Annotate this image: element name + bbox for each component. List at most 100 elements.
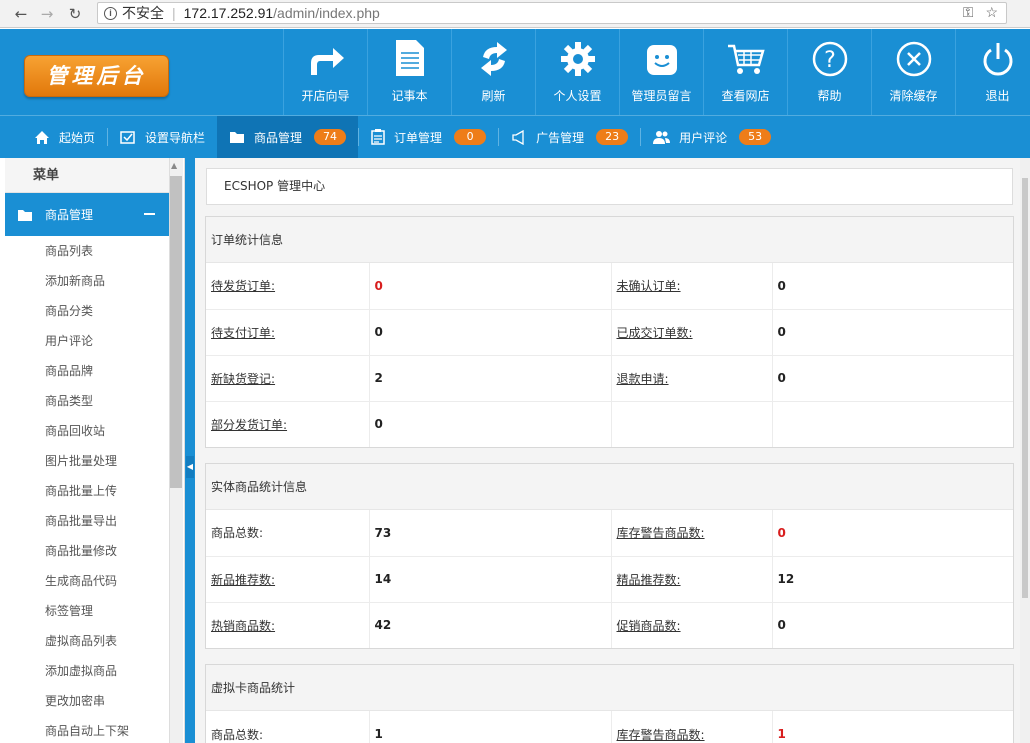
notepad-icon — [395, 40, 424, 76]
stat-link[interactable]: 新缺货登记: — [211, 372, 275, 386]
forward-arrow-icon[interactable]: → — [36, 5, 58, 23]
nav-clear-cache[interactable]: 清除缓存 — [871, 29, 955, 115]
table-row: 待支付订单: 0 已成交订单数: 0 — [206, 309, 1013, 356]
nav-label: 记事本 — [391, 89, 428, 103]
sidebar-item[interactable]: 商品类型 — [5, 386, 169, 416]
order-stats-panel: 订单统计信息 待发货订单: 0 未确认订单: 0 待支付订单: 0 已成交订单数… — [205, 216, 1014, 448]
nav-notepad[interactable]: 记事本 — [367, 29, 451, 115]
subnav-item-orders[interactable]: 订单管理 0 — [359, 116, 498, 159]
stat-value: 0 — [777, 618, 786, 633]
sidebar-item[interactable]: 商品自动上下架 — [5, 716, 169, 743]
count-badge: 23 — [596, 129, 629, 145]
scroll-up-icon[interactable]: ▲ — [171, 161, 177, 170]
top-header: 管理后台 开店向导 记事本 刷新 个人设置 管理员留言 查看网店 ? 帮助 清除… — [0, 29, 1030, 115]
sidebar: 菜单 商品管理 商品列表 添加新商品 商品分类 用户评论 商品品牌 商品类型 商… — [5, 158, 185, 743]
collapse-minus-icon[interactable] — [144, 213, 155, 215]
subnav-item-ads[interactable]: 广告管理 23 — [499, 116, 640, 159]
collapse-arrow-icon[interactable]: ◀ — [186, 456, 194, 478]
stat-link[interactable]: 库存警告商品数: — [617, 728, 705, 742]
stat-link[interactable]: 部分发货订单: — [211, 418, 287, 432]
order-stats-table: 待发货订单: 0 未确认订单: 0 待支付订单: 0 已成交订单数: 0 新缺货… — [206, 263, 1013, 447]
share-arrow-icon — [310, 48, 344, 75]
clipboard-icon — [371, 129, 385, 145]
virtual-stats-panel: 虚拟卡商品统计 商品总数: 1 库存警告商品数: 1 — [205, 664, 1014, 743]
nav-refresh[interactable]: 刷新 — [451, 29, 535, 115]
nav-label: 管理员留言 — [631, 89, 692, 103]
stat-value: 0 — [777, 278, 786, 293]
sidebar-item[interactable]: 商品列表 — [5, 236, 169, 266]
sidebar-item[interactable]: 商品分类 — [5, 296, 169, 326]
sidebar-item[interactable]: 用户评论 — [5, 326, 169, 356]
nav-logout[interactable]: 退出 — [955, 29, 1030, 115]
nav-view-store[interactable]: 查看网店 — [703, 29, 787, 115]
goods-stats-table: 商品总数: 73 库存警告商品数: 0 新品推荐数: 14 精品推荐数: 12 … — [206, 510, 1013, 648]
nav-help[interactable]: ? 帮助 — [787, 29, 871, 115]
star-icon[interactable]: ☆ — [985, 4, 998, 21]
table-row: 新品推荐数: 14 精品推荐数: 12 — [206, 556, 1013, 603]
stat-link[interactable]: 精品推荐数: — [617, 573, 681, 587]
sidebar-item[interactable]: 添加新商品 — [5, 266, 169, 296]
stat-link[interactable]: 库存警告商品数: — [617, 526, 705, 540]
users-icon — [653, 130, 671, 144]
stat-link[interactable]: 未确认订单: — [617, 279, 681, 293]
stat-link[interactable]: 退款申请: — [617, 372, 669, 386]
browser-toolbar: ← → ↻ i 不安全 | 172.17.252.91 /admin/index… — [0, 0, 1030, 28]
main-scrollbar[interactable] — [1020, 158, 1030, 743]
sidebar-item[interactable]: 添加虚拟商品 — [5, 656, 169, 686]
sidebar-item[interactable]: 虚拟商品列表 — [5, 626, 169, 656]
stat-value: 0 — [777, 371, 786, 385]
nav-personal-settings[interactable]: 个人设置 — [535, 29, 619, 115]
security-label: 不安全 — [122, 5, 164, 21]
panel-heading: 实体商品统计信息 — [206, 464, 1013, 510]
sidebar-item[interactable]: 商品批量修改 — [5, 536, 169, 566]
stat-value: 14 — [374, 572, 392, 586]
nav-label: 刷新 — [481, 89, 506, 103]
subnav-item-reviews[interactable]: 用户评论 53 — [641, 116, 783, 159]
sidebar-group-goods[interactable]: 商品管理 — [5, 193, 169, 236]
sidebar-item[interactable]: 生成商品代码 — [5, 566, 169, 596]
goods-stats-panel: 实体商品统计信息 商品总数: 73 库存警告商品数: 0 新品推荐数: 14 精… — [205, 463, 1014, 649]
logo[interactable]: 管理后台 — [24, 55, 169, 97]
cart-icon — [727, 44, 765, 74]
nav-label: 查看网店 — [721, 89, 770, 103]
sidebar-item[interactable]: 商品批量导出 — [5, 506, 169, 536]
nav-admin-messages[interactable]: 管理员留言 — [619, 29, 703, 115]
subnav-item-home[interactable]: 起始页 — [0, 116, 107, 159]
stat-link[interactable]: 热销商品数: — [211, 619, 275, 633]
stat-value: 0 — [374, 417, 383, 432]
address-bar[interactable]: i 不安全 | 172.17.252.91 /admin/index.php ⚿… — [97, 2, 1007, 24]
subnav-item-nav-settings[interactable]: 设置导航栏 — [108, 116, 217, 159]
main-scroll-thumb[interactable] — [1022, 178, 1028, 598]
nav-label: 清除缓存 — [889, 89, 938, 103]
back-arrow-icon[interactable]: ← — [10, 5, 32, 23]
sidebar-item[interactable]: 商品批量上传 — [5, 476, 169, 506]
sidebar-item[interactable]: 商品品牌 — [5, 356, 169, 386]
stat-label: 商品总数: — [211, 727, 264, 742]
stat-link[interactable]: 已成交订单数: — [617, 326, 693, 340]
checkbox-icon — [120, 130, 135, 144]
sidebar-collapse-bar: ◀ — [185, 158, 195, 743]
stat-link[interactable]: 待发货订单: — [211, 279, 275, 293]
page-title: ECSHOP 管理中心 — [206, 168, 1013, 205]
stat-link[interactable]: 促销商品数: — [617, 619, 681, 633]
key-icon[interactable]: ⚿ — [963, 4, 974, 21]
sidebar-item[interactable]: 标签管理 — [5, 596, 169, 626]
table-row: 商品总数: 73 库存警告商品数: 0 — [206, 510, 1013, 557]
main-content: ECSHOP 管理中心 订单统计信息 待发货订单: 0 未确认订单: 0 待支付… — [195, 158, 1020, 743]
stat-link[interactable]: 新品推荐数: — [211, 573, 275, 587]
sidebar-item[interactable]: 商品回收站 — [5, 416, 169, 446]
subnav-label: 起始页 — [59, 130, 96, 145]
info-icon[interactable]: i — [104, 6, 117, 20]
nav-store-wizard[interactable]: 开店向导 — [283, 29, 367, 115]
stat-link[interactable]: 待支付订单: — [211, 326, 275, 340]
top-nav: 开店向导 记事本 刷新 个人设置 管理员留言 查看网店 ? 帮助 清除缓存 退出 — [283, 29, 1030, 115]
chat-smile-icon — [646, 45, 677, 75]
megaphone-icon — [512, 129, 524, 145]
reload-icon[interactable]: ↻ — [64, 5, 86, 23]
panel-heading: 虚拟卡商品统计 — [206, 665, 1013, 711]
sidebar-item[interactable]: 图片批量处理 — [5, 446, 169, 476]
sidebar-item[interactable]: 更改加密串 — [5, 686, 169, 716]
nav-label: 开店向导 — [301, 89, 350, 103]
sidebar-scroll-thumb[interactable] — [170, 176, 182, 488]
subnav-item-goods[interactable]: 商品管理 74 — [217, 115, 359, 159]
